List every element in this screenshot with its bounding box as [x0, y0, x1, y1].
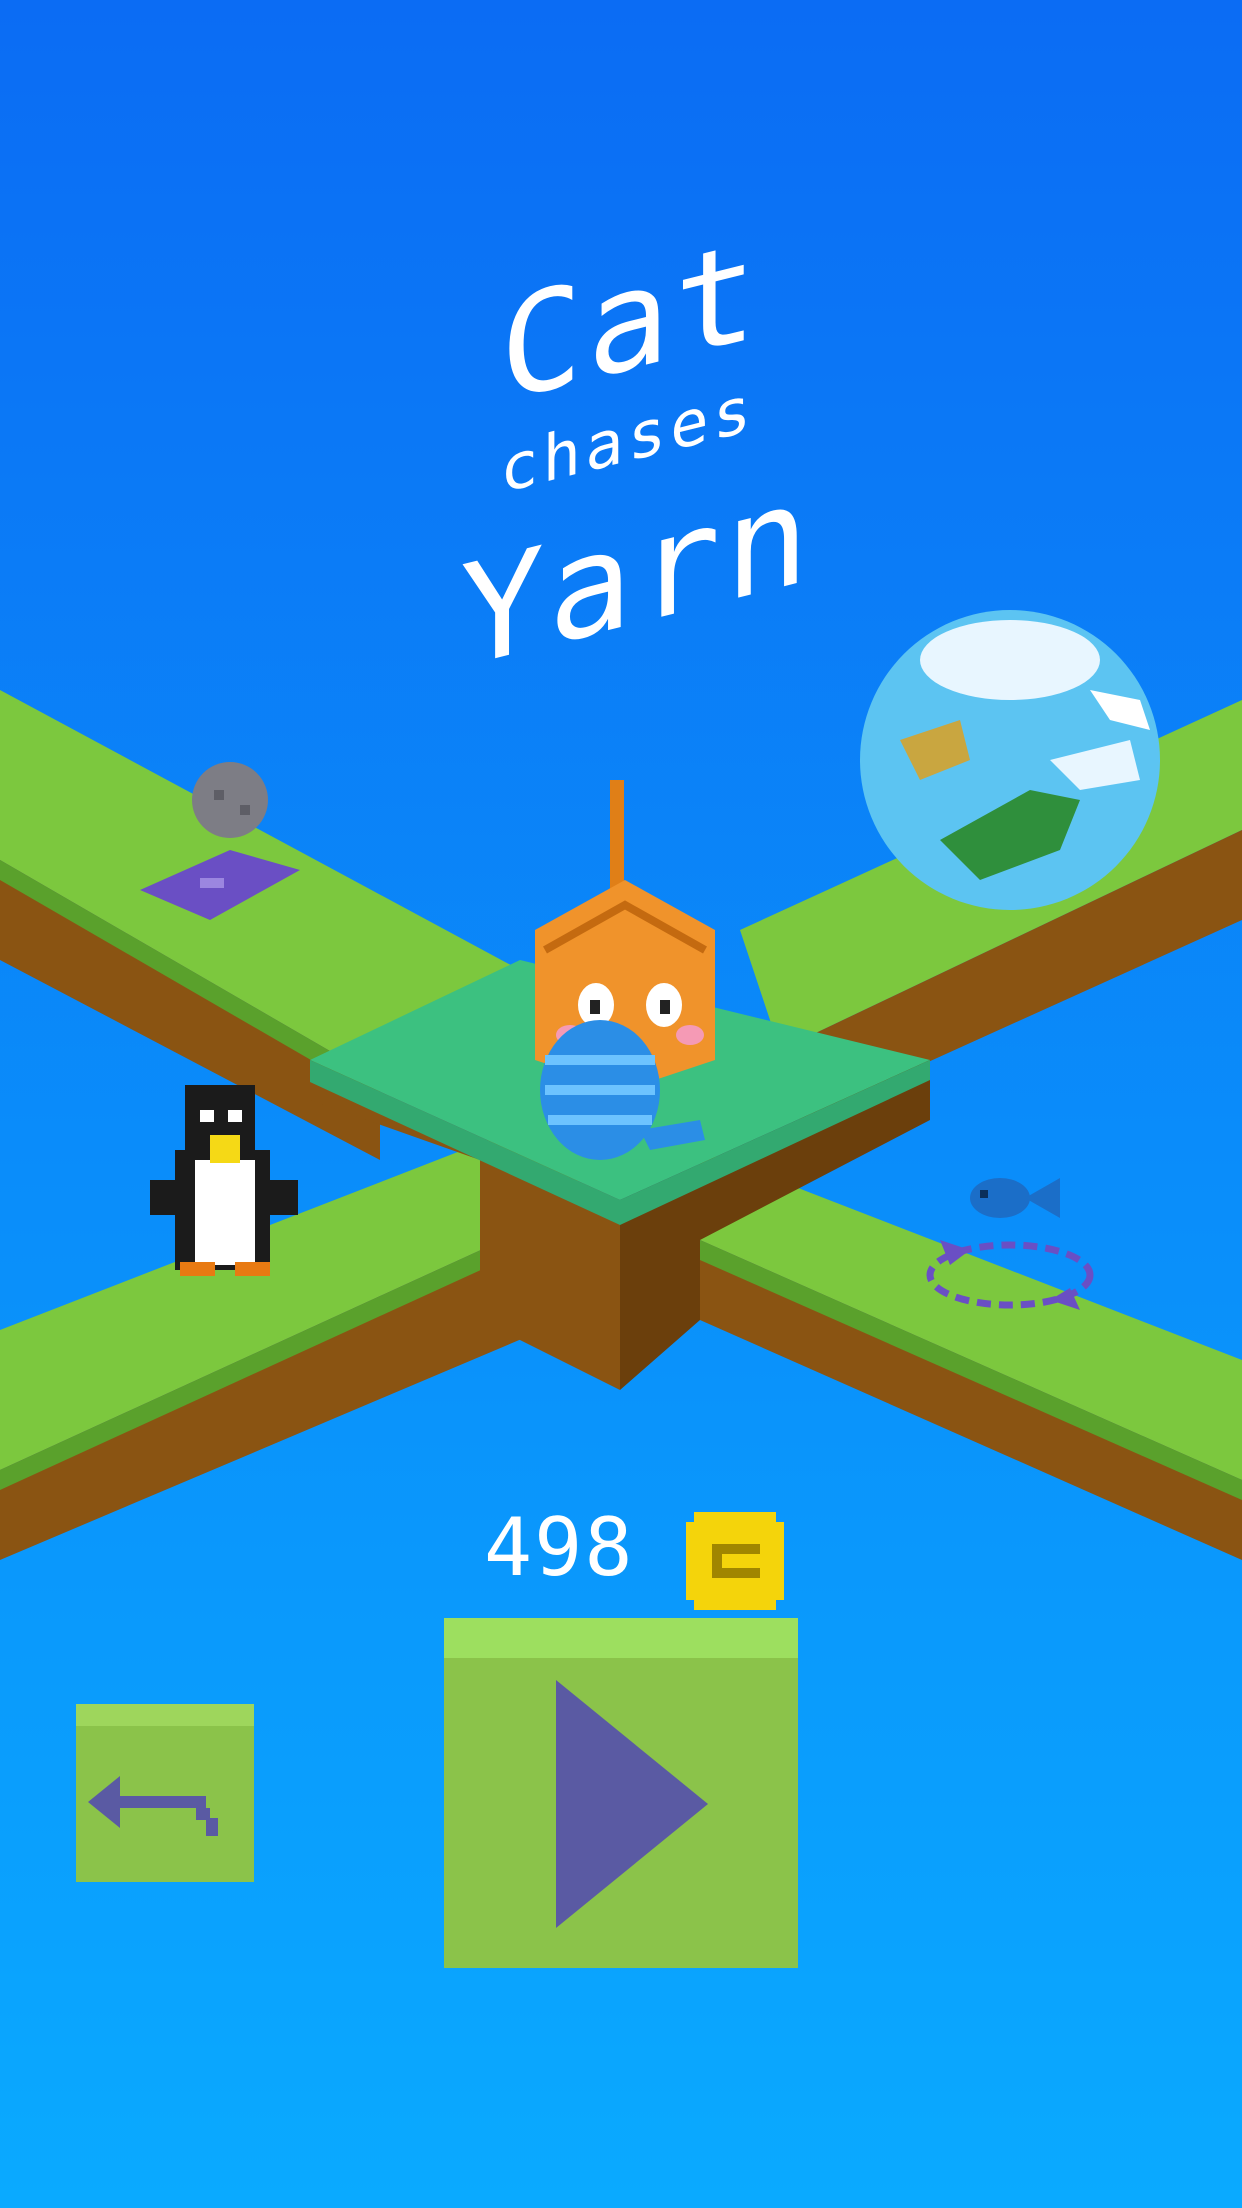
back-button[interactable] — [76, 1704, 254, 1882]
play-button[interactable] — [444, 1618, 798, 1968]
coin-count: 498 — [484, 1501, 635, 1594]
coin-icon — [686, 1512, 784, 1610]
globe-ball — [860, 610, 1160, 910]
